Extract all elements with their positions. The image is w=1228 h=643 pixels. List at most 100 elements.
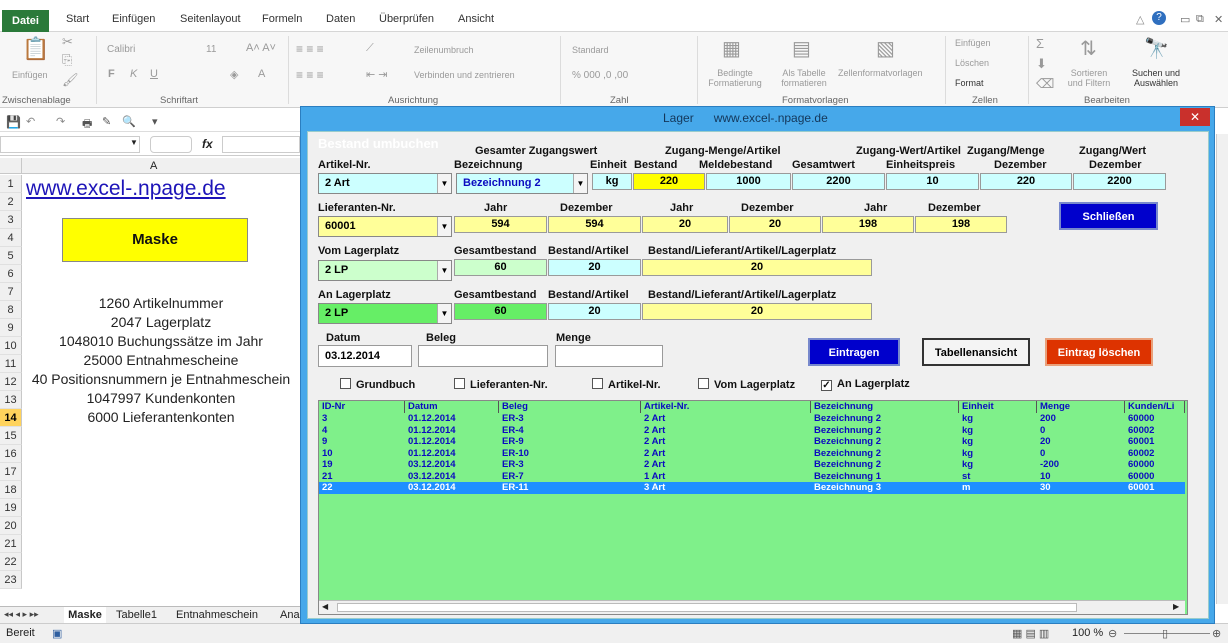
row-header[interactable]: 13 <box>0 391 22 409</box>
chevron-down-icon[interactable]: ▼ <box>573 174 587 193</box>
row-header[interactable]: 18 <box>0 481 22 499</box>
dialog-close-icon[interactable]: ✕ <box>1180 108 1210 126</box>
name-box-dropdown-icon[interactable]: ▼ <box>130 138 138 147</box>
align-left-icon[interactable]: ≡ ≡ ≡ <box>296 68 324 82</box>
chevron-down-icon[interactable]: ▼ <box>437 261 451 280</box>
bold-icon[interactable]: F <box>108 68 115 80</box>
preview-icon[interactable]: 🔍 <box>122 115 136 128</box>
row-header[interactable]: 22 <box>0 553 22 571</box>
list-item[interactable]: 22 03.12.2014 ER-11 3 Art Bezeichnung 3 m 30 60… <box>319 482 1185 494</box>
row-header[interactable]: 5 <box>0 247 22 265</box>
font-name[interactable]: Calibri <box>107 44 135 55</box>
list-item[interactable]: 3 01.12.2014 ER-3 2 Art Bezeichnung 2 kg 200 60… <box>319 413 1185 425</box>
underline-icon[interactable]: U <box>150 68 158 80</box>
close-button[interactable]: Schließen <box>1059 202 1158 230</box>
cell-styles-button[interactable]: Zellenformatvorlagen <box>838 68 923 78</box>
window-restore-icon[interactable]: ⧉ <box>1196 13 1204 26</box>
row-header[interactable]: 9 <box>0 319 22 337</box>
font-color-icon[interactable]: A <box>258 68 265 80</box>
checkbox-grundbuch[interactable]: Grundbuch <box>340 378 415 391</box>
cell-styles-icon[interactable]: ▧ <box>876 36 895 61</box>
sort-filter-icon[interactable]: ⇅ <box>1080 36 1097 61</box>
fill-color-icon[interactable]: ◈ <box>230 68 238 81</box>
description-combo[interactable]: Bezeichnung 2 ▼ <box>456 173 588 194</box>
tab-review[interactable]: Überprüfen <box>379 13 434 25</box>
tab-data[interactable]: Daten <box>326 13 355 25</box>
list-item[interactable]: 4 01.12.2014 ER-4 2 Art Bezeichnung 2 kg 0 6000… <box>319 425 1185 437</box>
sheet-tab-ana[interactable]: Ana <box>280 609 300 621</box>
row-header[interactable]: 20 <box>0 517 22 535</box>
sheet-tab-maske[interactable]: Maske <box>64 607 106 623</box>
list-item[interactable]: 19 03.12.2014 ER-3 2 Art Bezeichnung 2 kg -200… <box>319 459 1185 471</box>
conditional-format-button[interactable]: Bedingte Formatierung <box>700 68 770 88</box>
help-icon[interactable]: ? <box>1152 11 1166 25</box>
select-all-corner[interactable] <box>0 158 22 174</box>
list-column-header[interactable]: Kunden/Li <box>1125 401 1185 413</box>
delete-cells-button[interactable]: Löschen <box>955 58 989 68</box>
view-normal-icon[interactable]: ▦ ▤ ▥ <box>1012 627 1049 640</box>
row-header[interactable]: 10 <box>0 337 22 355</box>
print-icon[interactable]: 🖶 <box>82 115 92 134</box>
format-painter-icon[interactable]: 🖌 <box>62 72 79 88</box>
row-header[interactable]: 21 <box>0 535 22 553</box>
list-column-header[interactable]: Einheit <box>959 401 1037 413</box>
checkbox-box[interactable] <box>454 378 465 389</box>
save-icon[interactable]: 💾 <box>6 115 21 129</box>
checkbox-box[interactable] <box>592 378 603 389</box>
align-top-icon[interactable]: ≡ ≡ ≡ <box>296 42 324 56</box>
autosum-icon[interactable]: Σ <box>1036 36 1044 51</box>
row-header[interactable]: 14 <box>0 409 22 427</box>
wrap-text-button[interactable]: Zeilenumbruch <box>414 45 474 55</box>
macro-record-icon[interactable]: ▣ <box>52 627 62 640</box>
list-item[interactable]: 21 03.12.2014 ER-7 1 Art Bezeichnung 1 st 10 60… <box>319 471 1185 483</box>
list-column-header[interactable]: Bezeichnung <box>811 401 959 413</box>
tab-formulas[interactable]: Formeln <box>262 13 302 25</box>
column-header-a[interactable]: A <box>150 160 157 172</box>
number-format-select[interactable]: Standard <box>572 45 609 55</box>
table-view-button[interactable]: Tabellenansicht <box>922 338 1030 366</box>
bookings-list[interactable]: ID-Nr Datum Beleg Artikel-Nr. Bezeichnung Ein… <box>318 400 1188 615</box>
tab-file[interactable]: Datei <box>2 10 49 32</box>
row-header[interactable]: 12 <box>0 373 22 391</box>
row-header[interactable]: 23 <box>0 571 22 589</box>
undo-icon[interactable]: ↶ <box>26 115 35 128</box>
minimize-ribbon-icon[interactable]: △ <box>1136 13 1144 26</box>
date-input[interactable]: 03.12.2014 <box>318 345 412 367</box>
row-header[interactable]: 3 <box>0 211 22 229</box>
zoom-thumb[interactable]: ▯ <box>1162 627 1168 640</box>
row-header[interactable]: 1 <box>0 175 22 193</box>
list-column-header[interactable]: ID-Nr <box>319 401 405 413</box>
name-box[interactable] <box>0 136 140 153</box>
font-size[interactable]: 11 <box>206 44 216 55</box>
scroll-left-icon[interactable]: ◀ <box>322 602 328 611</box>
orientation-icon[interactable]: ⟋ <box>366 42 374 55</box>
tab-page-layout[interactable]: Seitenlayout <box>180 13 241 25</box>
merge-center-button[interactable]: Verbinden und zentrieren <box>414 70 515 80</box>
enter-button[interactable]: Eintragen <box>808 338 900 366</box>
from-location-combo[interactable]: 2 LP ▼ <box>318 260 452 281</box>
window-minimize-icon[interactable]: ▭ <box>1180 13 1190 26</box>
customize-qat-icon[interactable]: ▾ <box>152 115 158 128</box>
window-close-icon[interactable]: ✕ <box>1214 13 1223 26</box>
find-select-button[interactable]: Suchen und Auswählen <box>1124 68 1188 88</box>
list-item[interactable]: 9 01.12.2014 ER-9 2 Art Bezeichnung 2 kg 20 600… <box>319 436 1185 448</box>
list-item[interactable]: 10 01.12.2014 ER-10 2 Art Bezeichnung 2 kg 0 60… <box>319 448 1185 460</box>
chevron-down-icon[interactable]: ▼ <box>437 217 451 236</box>
sheet-nav-icons[interactable]: ◂◂ ◂ ▸ ▸▸ <box>4 609 39 620</box>
fill-icon[interactable]: ⬇ <box>1036 56 1047 72</box>
italic-icon[interactable]: K <box>130 68 137 80</box>
paste-icon[interactable]: 📋 <box>22 36 49 62</box>
format-as-table-button[interactable]: Als Tabelle formatieren <box>774 68 834 88</box>
zoom-in-icon[interactable]: ⊕ <box>1212 627 1221 640</box>
list-column-header[interactable]: Datum <box>405 401 499 413</box>
checkbox-from-location[interactable]: Vom Lagerplatz <box>698 378 795 391</box>
indent-icon[interactable]: ⇤ ⇥ <box>366 68 388 81</box>
row-header[interactable]: 4 <box>0 229 22 247</box>
list-column-header[interactable]: Artikel-Nr. <box>641 401 811 413</box>
scroll-thumb[interactable] <box>337 603 1077 612</box>
voucher-input[interactable] <box>418 345 548 367</box>
format-cells-button[interactable]: Format <box>955 78 984 88</box>
zoom-level[interactable]: 100 % <box>1072 627 1103 639</box>
sheet-tab-entnahmeschein[interactable]: Entnahmeschein <box>176 609 258 621</box>
sheet-tab-tabelle1[interactable]: Tabelle1 <box>116 609 157 621</box>
